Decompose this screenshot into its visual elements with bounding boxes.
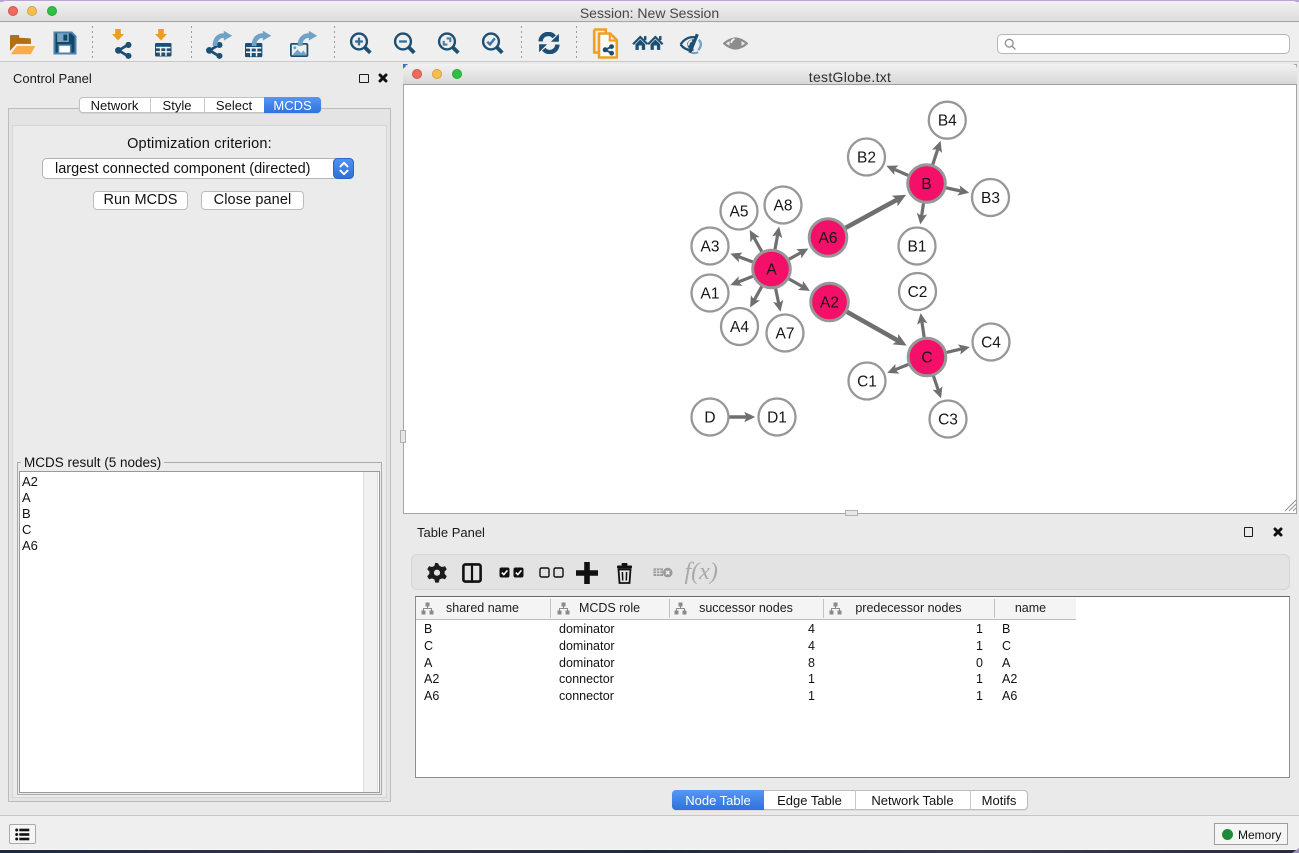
svg-text:A5: A5 [730, 203, 749, 220]
svg-text:B: B [921, 176, 931, 193]
svg-text:C2: C2 [908, 284, 928, 301]
svg-text:B1: B1 [908, 238, 927, 255]
svg-text:D: D [704, 409, 715, 426]
svg-text:C4: C4 [981, 334, 1001, 351]
svg-text:A: A [766, 261, 777, 278]
svg-text:A8: A8 [774, 197, 793, 214]
svg-text:B4: B4 [938, 113, 957, 130]
svg-text:C1: C1 [857, 373, 877, 390]
svg-text:B2: B2 [857, 149, 876, 166]
svg-text:A6: A6 [819, 230, 838, 247]
svg-text:A1: A1 [701, 285, 720, 302]
svg-text:A2: A2 [820, 294, 839, 311]
svg-text:B3: B3 [981, 190, 1000, 207]
svg-text:A7: A7 [776, 325, 795, 342]
svg-text:C3: C3 [938, 411, 958, 428]
svg-text:C: C [921, 349, 932, 366]
svg-text:D1: D1 [767, 409, 787, 426]
svg-text:A4: A4 [730, 319, 749, 336]
svg-text:A3: A3 [701, 238, 720, 255]
